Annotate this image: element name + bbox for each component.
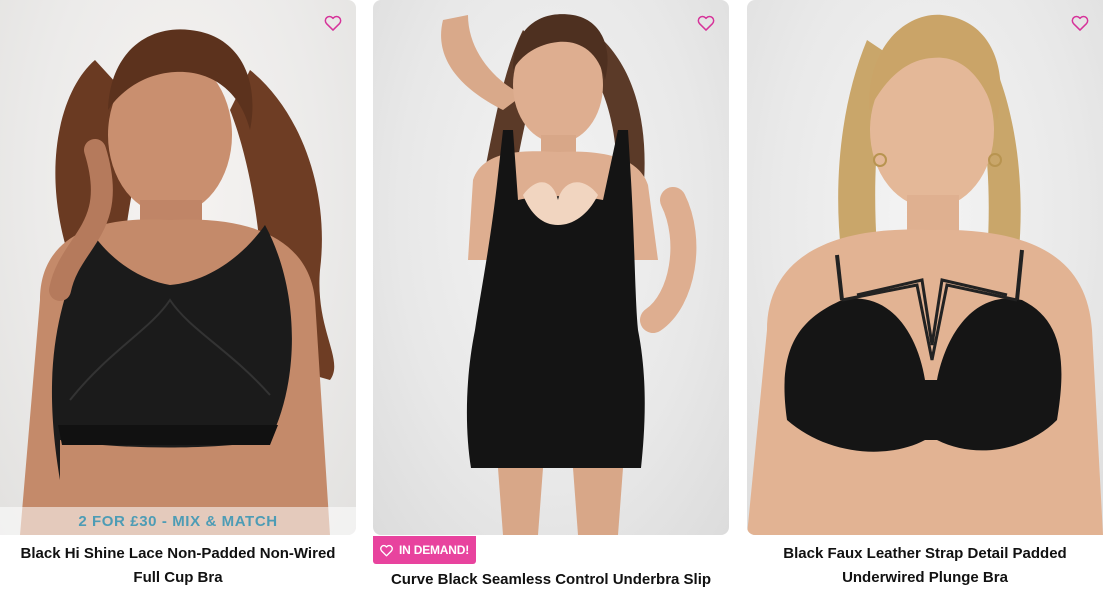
badge-label: IN DEMAND! — [399, 543, 469, 557]
product-photo — [441, 14, 697, 535]
product-image[interactable] — [747, 0, 1103, 535]
product-card[interactable]: Black Faux Leather Strap Detail Padded U… — [747, 0, 1103, 590]
wishlist-button[interactable] — [695, 12, 717, 34]
product-card[interactable]: 2 FOR £30 - MIX & MATCH Black Hi Shine L… — [0, 0, 356, 590]
product-photo — [20, 29, 335, 535]
product-image[interactable] — [373, 0, 729, 535]
product-card[interactable]: IN DEMAND! Curve Black Seamless Control … — [373, 0, 729, 590]
wishlist-button[interactable] — [1069, 12, 1091, 34]
promo-banner: 2 FOR £30 - MIX & MATCH — [0, 507, 356, 535]
product-image[interactable]: 2 FOR £30 - MIX & MATCH — [0, 0, 356, 535]
heart-outline-icon — [324, 15, 342, 31]
product-title[interactable]: Black Hi Shine Lace Non-Padded Non-Wired… — [0, 542, 356, 590]
product-title[interactable]: Curve Black Seamless Control Underbra Sl… — [373, 568, 729, 590]
heart-outline-icon — [1071, 15, 1089, 31]
product-photo — [747, 14, 1103, 535]
product-title[interactable]: Black Faux Leather Strap Detail Padded U… — [747, 542, 1103, 590]
wishlist-button[interactable] — [322, 12, 344, 34]
heart-badge-icon — [380, 544, 393, 556]
heart-outline-icon — [697, 15, 715, 31]
in-demand-badge: IN DEMAND! — [373, 536, 476, 564]
